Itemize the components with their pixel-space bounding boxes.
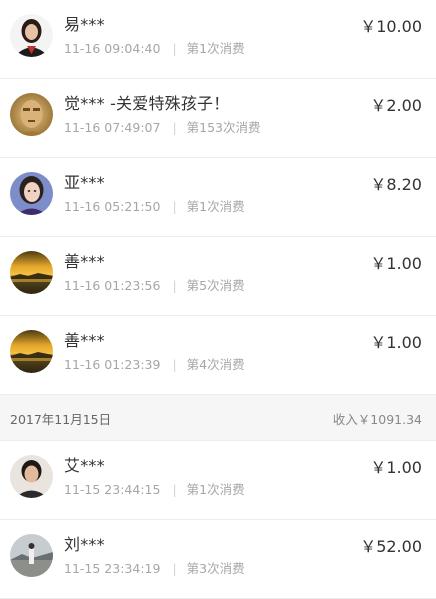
purchase-count: 第4次消费 — [186, 357, 245, 372]
customer-name: 善*** — [64, 331, 105, 350]
purchase-count: 第1次消费 — [186, 482, 245, 497]
transaction-amount: ￥8.20 — [370, 175, 422, 194]
transaction-time: 11-16 05:21:50 — [64, 199, 161, 214]
transaction-amount: ￥1.00 — [370, 254, 422, 273]
transaction-meta: 11-16 05:21:50 | 第1次消费 — [64, 196, 245, 215]
woman-portrait-icon — [10, 455, 53, 498]
transaction-row[interactable]: 善*** 11-16 01:23:39 | 第4次消费 ￥1.00 — [0, 316, 436, 395]
meta-separator: | — [172, 278, 177, 293]
transaction-time: 11-16 09:04:40 — [64, 41, 161, 56]
transaction-list: 易*** 11-16 09:04:40 | 第1次消费 ￥10.00 觉*** -关… — [0, 0, 436, 599]
transaction-time: 11-16 01:23:56 — [64, 278, 161, 293]
customer-name: 觉*** -关爱特殊孩子！ — [64, 94, 230, 113]
transaction-row[interactable]: 亚*** 11-16 05:21:50 | 第1次消费 ￥8.20 — [0, 158, 436, 237]
purchase-count: 第1次消费 — [186, 199, 245, 214]
transaction-amount: ￥52.00 — [360, 537, 422, 556]
buddha-statue-portrait-icon — [10, 93, 53, 136]
transaction-time: 11-15 23:44:15 — [64, 482, 161, 497]
transaction-meta: 11-16 07:49:07 | 第153次消费 — [64, 117, 261, 136]
transaction-row[interactable]: 艾*** 11-15 23:44:15 | 第1次消费 ￥1.00 — [0, 441, 436, 520]
transaction-time: 11-16 01:23:39 — [64, 357, 161, 372]
sunset-landscape-icon — [10, 330, 53, 373]
meta-separator: | — [172, 482, 177, 497]
purchase-count: 第1次消费 — [186, 41, 245, 56]
meta-separator: | — [172, 357, 177, 372]
day-date: 2017年11月15日 — [10, 412, 112, 427]
customer-name: 亚*** — [64, 173, 105, 192]
meta-separator: | — [172, 199, 177, 214]
avatar — [10, 93, 53, 136]
avatar — [10, 455, 53, 498]
purchase-count: 第3次消费 — [186, 561, 245, 576]
transaction-row[interactable]: 刘*** 11-15 23:34:19 | 第3次消费 ￥52.00 — [0, 520, 436, 599]
transaction-time: 11-16 07:49:07 — [64, 120, 161, 135]
meta-separator: | — [172, 561, 177, 576]
transaction-amount: ￥1.00 — [370, 333, 422, 352]
woman-selfie-portrait-icon — [10, 172, 53, 215]
transaction-meta: 11-16 09:04:40 | 第1次消费 — [64, 38, 245, 57]
customer-name: 艾*** — [64, 456, 105, 475]
transaction-time: 11-15 23:34:19 — [64, 561, 161, 576]
day-summary-header: 2017年11月15日 收入￥1091.34 — [0, 395, 436, 441]
purchase-count: 第153次消费 — [186, 120, 261, 135]
transaction-amount: ￥1.00 — [370, 458, 422, 477]
avatar — [10, 330, 53, 373]
transaction-meta: 11-15 23:34:19 | 第3次消费 — [64, 558, 245, 577]
person-outdoor-photo-icon — [10, 534, 53, 577]
transaction-row[interactable]: 易*** 11-16 09:04:40 | 第1次消费 ￥10.00 — [0, 0, 436, 79]
transaction-meta: 11-15 23:44:15 | 第1次消费 — [64, 479, 245, 498]
transaction-amount: ￥2.00 — [370, 96, 422, 115]
avatar — [10, 534, 53, 577]
customer-name: 易*** — [64, 15, 105, 34]
avatar — [10, 14, 53, 57]
woman-dark-hair-portrait-icon — [10, 14, 53, 57]
transaction-meta: 11-16 01:23:56 | 第5次消费 — [64, 275, 245, 294]
customer-name: 刘*** — [64, 535, 105, 554]
customer-name: 善*** — [64, 252, 105, 271]
transaction-amount: ￥10.00 — [360, 17, 422, 36]
meta-separator: | — [172, 120, 177, 135]
sunset-landscape-icon — [10, 251, 53, 294]
avatar — [10, 251, 53, 294]
avatar — [10, 172, 53, 215]
purchase-count: 第5次消费 — [186, 278, 245, 293]
meta-separator: | — [172, 41, 177, 56]
transaction-meta: 11-16 01:23:39 | 第4次消费 — [64, 354, 245, 373]
day-income: 收入￥1091.34 — [332, 412, 422, 427]
transaction-row[interactable]: 善*** 11-16 01:23:56 | 第5次消费 ￥1.00 — [0, 237, 436, 316]
transaction-row[interactable]: 觉*** -关爱特殊孩子！ 11-16 07:49:07 | 第153次消费 ￥2.… — [0, 79, 436, 158]
